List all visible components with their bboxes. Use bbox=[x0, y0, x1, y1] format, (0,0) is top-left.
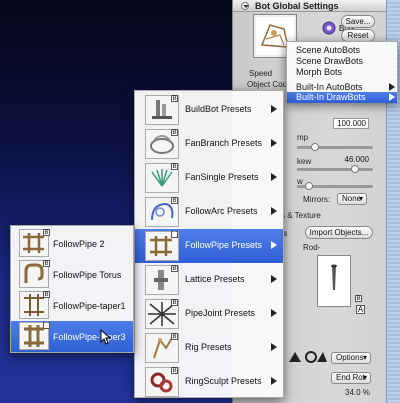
slider-knob-1[interactable] bbox=[311, 143, 319, 151]
slider-knob-2[interactable] bbox=[351, 165, 359, 173]
panel-title: Bot Global Settings bbox=[255, 1, 339, 11]
menu-item-fansingle-presets[interactable]: B FanSingle Presets bbox=[135, 161, 283, 195]
submenu-arrow-icon bbox=[271, 377, 277, 385]
rod-object-icon bbox=[331, 264, 337, 290]
slider-knob-3[interactable] bbox=[305, 182, 313, 190]
badge-b: B bbox=[171, 163, 178, 170]
disclosure-triangle-icon[interactable] bbox=[241, 2, 249, 10]
badge-b: B bbox=[171, 231, 178, 238]
kew-label: kew bbox=[297, 157, 312, 166]
import-objects-button[interactable]: Import Objects... bbox=[305, 226, 373, 239]
badge-b: B bbox=[171, 197, 178, 204]
menu-item-buildbot-presets[interactable]: B BuildBot Presets bbox=[135, 93, 283, 127]
submenu-arrow-icon bbox=[389, 93, 395, 101]
badge-a: A bbox=[356, 305, 365, 314]
badge-b: B bbox=[171, 129, 178, 136]
menu-item-followpipe-taper3[interactable]: B FollowPipe-taper3 bbox=[11, 321, 133, 352]
mp-label: mp bbox=[297, 133, 309, 142]
texture-section-label: s & Texture bbox=[281, 211, 321, 220]
submenu-arrow-icon bbox=[271, 207, 277, 215]
submenu-arrow-icon bbox=[271, 241, 277, 249]
badge-b: B bbox=[171, 333, 178, 340]
badge-b: B bbox=[43, 291, 50, 298]
menu-item-lattice-presets[interactable]: B Lattice Presets bbox=[135, 263, 283, 297]
menu-item-followpipe-taper1[interactable]: B FollowPipe-taper1 bbox=[11, 290, 133, 321]
menu-item-followarc-presets[interactable]: B FollowArc Presets bbox=[135, 195, 283, 229]
save-button[interactable]: Save... bbox=[341, 15, 375, 28]
submenu-arrow-icon bbox=[271, 343, 277, 351]
submenu-arrow-icon bbox=[271, 309, 277, 317]
badge-b: B bbox=[171, 367, 178, 374]
mirrors-select[interactable]: None bbox=[337, 193, 367, 205]
slider-track-1[interactable] bbox=[297, 146, 373, 149]
options-select[interactable]: Options bbox=[331, 352, 371, 364]
badge-b: B bbox=[171, 265, 178, 272]
end-rot-select[interactable]: End Rot bbox=[331, 372, 371, 384]
presets-menu: B BuildBot Presets B FanBranch Presets B… bbox=[134, 90, 284, 398]
menu-item-fanbranch-presets[interactable]: B FanBranch Presets bbox=[135, 127, 283, 161]
badge-b: B bbox=[43, 229, 50, 236]
mirrors-label: Mirrors: bbox=[303, 195, 331, 204]
menu-item-rig-presets[interactable]: B Rig Presets bbox=[135, 331, 283, 365]
menu-item-pipejoint-presets[interactable]: B PipeJoint Presets bbox=[135, 297, 283, 331]
badge-b: B bbox=[355, 295, 362, 302]
panel-header[interactable]: Bot Global Settings bbox=[233, 0, 387, 12]
badge-b: B bbox=[43, 322, 50, 329]
bots-gear-icon[interactable] bbox=[321, 20, 337, 36]
menu-item-builtin-drawbots[interactable]: Built-In DrawBots bbox=[287, 92, 397, 103]
mouse-pointer-icon bbox=[100, 329, 112, 345]
submenu-arrow-icon bbox=[271, 275, 277, 283]
value-field-top[interactable]: 100.000 bbox=[333, 118, 369, 129]
badge-b: B bbox=[43, 260, 50, 267]
submenu-arrow-icon bbox=[271, 105, 277, 113]
speed-label: Speed bbox=[249, 69, 273, 78]
rod-label: Rod- bbox=[303, 243, 321, 252]
shape-toggle-icons[interactable] bbox=[287, 350, 327, 364]
submenu-arrow-icon bbox=[271, 139, 277, 147]
slider-track-2[interactable] bbox=[297, 168, 373, 171]
bots-menu: Scene AutoBots Scene DrawBots Morph Bots… bbox=[286, 41, 398, 103]
badge-b: B bbox=[171, 95, 178, 102]
menu-item-followpipe-2[interactable]: B FollowPipe 2 bbox=[11, 228, 133, 259]
menu-item-followpipe-torus[interactable]: B FollowPipe Torus bbox=[11, 259, 133, 290]
object-well[interactable] bbox=[317, 255, 351, 307]
submenu-arrow-icon bbox=[271, 173, 277, 181]
followpipe-submenu: B FollowPipe 2 B FollowPipe Torus B Foll… bbox=[10, 225, 134, 353]
percent-readout: 34.0 % bbox=[345, 388, 370, 397]
menu-item-ringsculpt-presets[interactable]: B RingSculpt Presets bbox=[135, 365, 283, 398]
submenu-arrow-icon bbox=[389, 83, 395, 91]
menu-item-followpipe-presets[interactable]: B FollowPipe Presets bbox=[135, 229, 283, 263]
badge-b: B bbox=[171, 299, 178, 306]
menu-item-morph-bots[interactable]: Morph Bots bbox=[287, 66, 397, 78]
